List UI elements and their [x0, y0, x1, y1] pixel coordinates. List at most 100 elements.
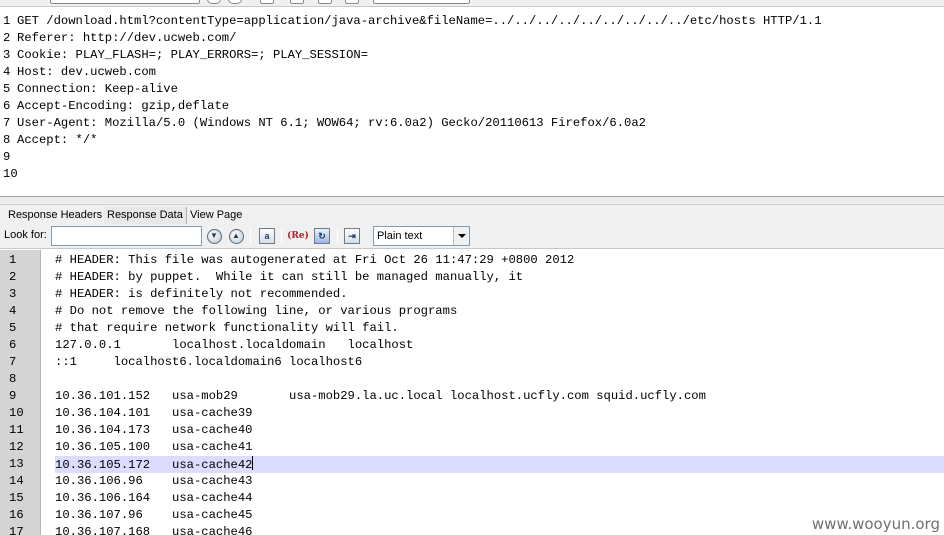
top-regex-icon[interactable]	[290, 0, 304, 4]
line-number: 9	[9, 389, 17, 403]
request-line-text: Cookie: PLAY_FLASH=; PLAY_ERRORS=; PLAY_…	[17, 48, 369, 62]
line-number: 2	[9, 270, 17, 284]
line-number: 17	[9, 525, 24, 535]
find-next-button[interactable]: ▼	[205, 227, 223, 245]
look-for-label: Look for:	[4, 229, 47, 241]
toolbar-separator	[250, 228, 251, 244]
response-line: 10.36.101.152 usa-mob29 usa-mob29.la.uc.…	[0, 388, 944, 405]
request-line-text: GET /download.html?contentType=applicati…	[17, 14, 822, 28]
response-line-text: 10.36.104.173 usa-cache40	[55, 423, 253, 437]
wrap-button[interactable]: ⇥	[343, 227, 361, 245]
top-replace-icon[interactable]	[318, 0, 332, 4]
request-line-text: Connection: Keep-alive	[17, 82, 178, 96]
line-number: 10	[3, 167, 18, 181]
tab-response-headers[interactable]: Response Headers	[5, 207, 107, 224]
response-line: 8	[0, 371, 944, 388]
response-line: 10.36.107.168 usa-cache46 17	[0, 524, 944, 535]
chevron-down-icon[interactable]	[453, 227, 469, 245]
find-previous-button[interactable]: ▲	[227, 227, 245, 245]
response-line-text: 10.36.104.101 usa-cache39	[55, 406, 253, 420]
request-line-text: User-Agent: Mozilla/5.0 (Windows NT 6.1;…	[17, 116, 646, 130]
line-number: 6	[9, 338, 17, 352]
top-format-select-fragment[interactable]	[373, 0, 470, 4]
toolbar-separator	[281, 228, 282, 244]
line-number: 7	[9, 355, 17, 369]
response-line-text: 127.0.0.1 localhost.localdomain localhos…	[55, 338, 414, 352]
line-number: 16	[9, 508, 24, 522]
response-line-text: # that require network functionality wil…	[55, 321, 399, 335]
response-line-text: # HEADER: by puppet. While it can still …	[55, 270, 524, 284]
replace-button[interactable]: ↻	[313, 227, 331, 245]
request-line-text: Accept-Encoding: gzip,deflate	[17, 99, 230, 113]
response-line: 10.36.104.173 usa-cache40 11	[0, 422, 944, 439]
wrap-text-icon: ⇥	[344, 228, 360, 244]
top-find-prev-icon[interactable]	[228, 0, 242, 4]
regex-button[interactable]: (Re)	[287, 227, 309, 245]
look-for-input[interactable]	[51, 226, 202, 246]
format-select[interactable]: Plain text	[373, 226, 470, 246]
response-line: 10.36.104.101 usa-cache39 10	[0, 405, 944, 422]
top-find-next-icon[interactable]	[207, 0, 221, 4]
line-number: 13	[9, 457, 24, 471]
response-line-text: 10.36.107.168 usa-cache46	[55, 525, 253, 535]
arrow-down-circle-icon: ▼	[206, 228, 222, 244]
arrow-up-circle-icon: ▲	[228, 228, 244, 244]
match-case-icon: a	[259, 228, 275, 244]
line-number: 8	[9, 372, 17, 386]
line-number: 5	[9, 321, 17, 335]
line-number: 10	[9, 406, 24, 420]
line-number: 14	[9, 474, 24, 488]
find-toolbar: Look for: ▼ ▲ a (Re) ↻ ⇥ Plain text	[0, 224, 944, 249]
request-line-text: Referer: http://dev.ucweb.com/	[17, 31, 237, 45]
pane-splitter[interactable]	[0, 197, 944, 205]
line-number: 4	[9, 304, 17, 318]
line-number: 15	[9, 491, 24, 505]
response-line-text: 10.36.105.100 usa-cache41	[55, 440, 253, 454]
line-number: 12	[9, 440, 24, 454]
response-line-text: ::1 localhost6.localdomain6 localhost6	[55, 355, 363, 369]
response-line: 127.0.0.1 localhost.localdomain localhos…	[0, 337, 944, 354]
response-line-text: 10.36.106.164 usa-cache44	[55, 491, 253, 505]
request-line-text: Host: dev.ucweb.com	[17, 65, 156, 79]
toolbar-separator	[337, 228, 338, 244]
line-number: 3	[3, 48, 11, 62]
response-line: # HEADER: This file was autogenerated at…	[0, 252, 944, 269]
line-number: 9	[3, 150, 11, 164]
top-search-input-fragment[interactable]	[50, 0, 200, 4]
regex-icon: (Re)	[287, 231, 309, 241]
response-line: 10.36.107.96 usa-cache45 16	[0, 507, 944, 524]
response-line: 10.36.106.96 usa-cache43 14	[0, 473, 944, 490]
response-line-text: # HEADER: This file was autogenerated at…	[55, 253, 575, 267]
response-line-text: # HEADER: is definitely not recommended.	[55, 287, 348, 301]
line-number: 11	[9, 423, 24, 437]
top-match-case-icon[interactable]	[260, 0, 274, 4]
line-number: 8	[3, 133, 11, 147]
watermark: www.wooyun.org	[809, 515, 942, 533]
response-line-text: 10.36.106.96 usa-cache43	[55, 474, 253, 488]
response-line-text: 10.36.105.172 usa-cache42	[55, 458, 253, 472]
response-tab-bar: Response Headers Response Data View Page	[0, 205, 944, 224]
request-editor[interactable]: 1 GET /download.html?contentType=applicat…	[0, 7, 944, 197]
response-line: 10.36.105.100 usa-cache41 12	[0, 439, 944, 456]
line-number: 4	[3, 65, 11, 79]
top-wrap-icon[interactable]	[345, 0, 359, 4]
response-line: # that require network functionality wil…	[0, 320, 944, 337]
response-line-text: 10.36.101.152 usa-mob29 usa-mob29.la.uc.…	[55, 389, 706, 403]
replace-icon: ↻	[314, 228, 330, 244]
tab-view-page[interactable]: View Page	[187, 207, 245, 224]
tab-response-data[interactable]: Response Data	[104, 207, 187, 224]
text-caret	[252, 456, 254, 470]
response-line-text: # Do not remove the following line, or v…	[55, 304, 458, 318]
response-line: 10.36.106.164 usa-cache44 15	[0, 490, 944, 507]
response-line: # HEADER: by puppet. While it can still …	[0, 269, 944, 286]
top-toolbar-strip	[0, 0, 944, 7]
line-number: 6	[3, 99, 11, 113]
line-number: 2	[3, 31, 11, 45]
match-case-button[interactable]: a	[258, 227, 276, 245]
line-number: 3	[9, 287, 17, 301]
response-line: # HEADER: is definitely not recommended.…	[0, 286, 944, 303]
response-viewer[interactable]: # HEADER: This file was autogenerated at…	[0, 250, 944, 535]
line-number: 1	[9, 253, 17, 267]
line-number: 7	[3, 116, 11, 130]
request-line-text: Accept: */*	[17, 133, 98, 147]
